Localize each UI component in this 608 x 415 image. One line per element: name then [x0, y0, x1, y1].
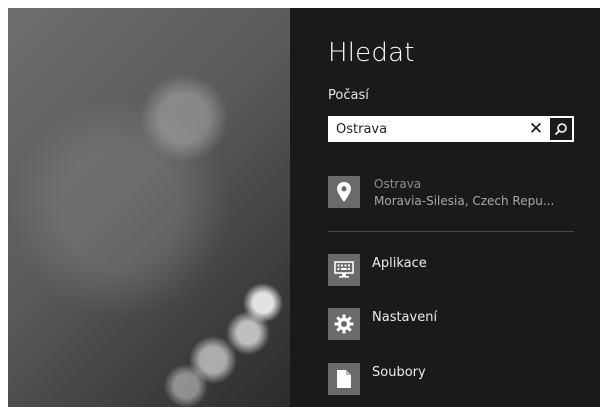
pane-title: Hledat	[328, 38, 415, 68]
suggestion-city: Ostrava	[374, 177, 422, 191]
search-button[interactable]	[550, 118, 572, 140]
location-tile	[328, 176, 360, 208]
search-input[interactable]	[328, 117, 526, 141]
suggestion-region: Moravia-Silesia, Czech Repu...	[374, 194, 555, 208]
category-files[interactable]: Soubory	[328, 363, 558, 399]
search-charm-panel: Hledat Počasí ✕ Ostrava Moravia-Sil	[290, 8, 600, 407]
background-image	[8, 8, 290, 407]
category-settings-label: Nastavení	[372, 310, 438, 325]
category-apps-label: Aplikace	[372, 256, 427, 271]
divider	[328, 231, 574, 232]
search-box: ✕	[328, 116, 574, 142]
suggestion-item[interactable]: Ostrava Moravia-Silesia, Czech Repu...	[328, 176, 578, 216]
gear-icon	[334, 314, 354, 334]
category-settings[interactable]: Nastavení	[328, 308, 558, 344]
keyboard-icon	[334, 261, 354, 278]
settings-tile	[328, 308, 360, 340]
screen: Hledat Počasí ✕ Ostrava Moravia-Sil	[8, 8, 600, 407]
location-pin-icon	[337, 182, 351, 202]
category-apps[interactable]: Aplikace	[328, 254, 558, 290]
magnifier-icon	[554, 123, 567, 136]
file-icon	[337, 370, 351, 388]
apps-tile	[328, 254, 360, 286]
close-icon[interactable]: ✕	[526, 116, 546, 142]
search-scope-label[interactable]: Počasí	[328, 88, 369, 103]
files-tile	[328, 363, 360, 395]
category-files-label: Soubory	[372, 365, 426, 380]
